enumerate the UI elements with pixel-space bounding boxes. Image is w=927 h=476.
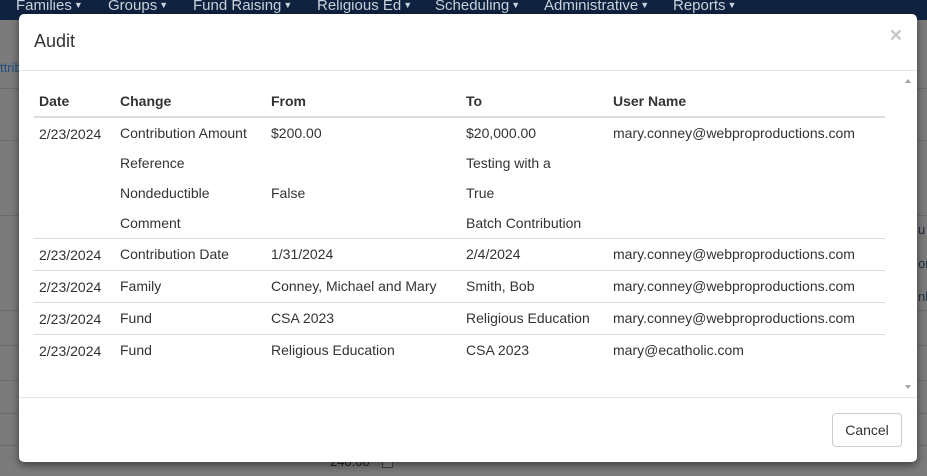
nav-groups[interactable]: Groups ▼ <box>108 0 168 14</box>
caret-down-icon: ▼ <box>283 0 293 10</box>
audit-modal: Audit × Date Change From To User Name 2/… <box>19 14 917 462</box>
nav-religious-ed[interactable]: Religious Ed ▼ <box>317 0 412 14</box>
cell-user-name: mary.conney@webproproductions.com <box>608 238 885 271</box>
cell-to: $20,000.00 Testing with a True Batch Con… <box>466 125 582 231</box>
table-row: 2/23/2024 Family Conney, Michael and Mar… <box>34 270 885 303</box>
background-fragment: or <box>918 256 927 271</box>
cell-from: CSA 2023 <box>266 302 461 335</box>
cell-user-name: mary@ecatholic.com <box>608 334 885 366</box>
caret-down-icon: ▼ <box>727 0 737 10</box>
cell-change: Contribution Amount Reference Nondeducti… <box>120 125 247 231</box>
cell-user-name: mary.conney@webproproductions.com <box>608 302 885 335</box>
table-header-row: Date Change From To User Name <box>34 86 885 118</box>
modal-title: Audit <box>34 31 76 51</box>
column-header-date: Date <box>34 86 115 118</box>
caret-down-icon: ▼ <box>511 0 521 10</box>
caret-down-icon: ▼ <box>403 0 413 10</box>
modal-body: Date Change From To User Name 2/23/2024 … <box>19 71 917 397</box>
cell-change: Fund <box>115 334 266 366</box>
cell-user-name: mary.conney@webproproductions.com <box>608 270 885 303</box>
caret-down-icon: ▼ <box>640 0 650 10</box>
column-header-to: To <box>461 86 608 118</box>
cell-to: Smith, Bob <box>461 270 608 303</box>
background-fragment: u <box>918 222 926 237</box>
cell-from: $200.00 False <box>271 125 322 201</box>
modal-footer: Cancel <box>19 397 917 462</box>
caret-down-icon: ▼ <box>73 0 83 10</box>
cell-from: Conney, Michael and Mary <box>266 270 461 303</box>
nav-reports[interactable]: Reports ▼ <box>673 0 736 14</box>
table-row: 2/23/2024 Fund CSA 2023 Religious Educat… <box>34 302 885 335</box>
cell-to: 2/4/2024 <box>461 238 608 271</box>
cell-date: 2/23/2024 <box>34 270 115 303</box>
cell-from: Religious Education <box>266 334 461 366</box>
caret-down-icon: ▼ <box>159 0 169 10</box>
cell-date: 2/23/2024 <box>34 302 115 335</box>
cell-change: Contribution Date <box>115 238 266 271</box>
cell-date: 2/23/2024 <box>34 334 115 366</box>
cell-date: 2/23/2024 <box>39 126 102 142</box>
cell-change: Family <box>115 270 266 303</box>
close-icon[interactable]: × <box>890 25 902 46</box>
audit-table: Date Change From To User Name 2/23/2024 … <box>34 86 885 366</box>
column-header-from: From <box>266 86 461 118</box>
column-header-user-name: User Name <box>608 86 885 118</box>
table-row: 2/23/2024 Contribution Amount Reference … <box>34 117 885 239</box>
cell-to: Religious Education <box>461 302 608 335</box>
table-row: 2/23/2024 Fund Religious Education CSA 2… <box>34 334 885 366</box>
scroll-down-arrow-icon[interactable] <box>905 385 911 389</box>
cancel-button[interactable]: Cancel <box>832 413 902 447</box>
modal-header: Audit × <box>19 14 917 71</box>
column-header-change: Change <box>115 86 266 118</box>
cell-from: 1/31/2024 <box>266 238 461 271</box>
nav-scheduling[interactable]: Scheduling ▼ <box>435 0 520 14</box>
cell-to: CSA 2023 <box>461 334 608 366</box>
scrollbar[interactable] <box>900 73 917 395</box>
background-fragment: nl <box>918 289 927 304</box>
nav-families[interactable]: Families ▼ <box>16 0 83 14</box>
table-row: 2/23/2024 Contribution Date 1/31/2024 2/… <box>34 238 885 271</box>
nav-administrative[interactable]: Administrative ▼ <box>544 0 649 14</box>
nav-fund-raising[interactable]: Fund Raising ▼ <box>193 0 292 14</box>
scroll-up-arrow-icon[interactable] <box>905 79 911 83</box>
cell-date: 2/23/2024 <box>34 238 115 271</box>
cell-user-name: mary.conney@webproproductions.com <box>613 125 855 141</box>
cell-change: Fund <box>115 302 266 335</box>
